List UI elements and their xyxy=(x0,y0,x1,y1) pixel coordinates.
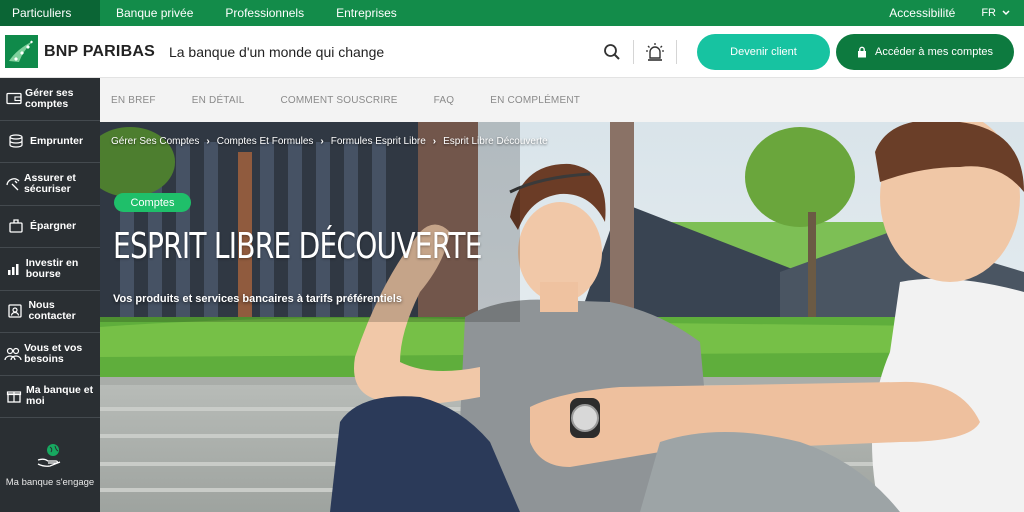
globe-hand-icon xyxy=(37,443,61,467)
chart-icon xyxy=(7,263,19,275)
hero-banner: Gérer Ses Comptes › Comptes Et Formules … xyxy=(100,122,1024,512)
sidebar-item-label: Investir en bourse xyxy=(25,256,79,280)
sidebar-item-label: Épargner xyxy=(30,219,77,232)
language-label: FR xyxy=(981,7,996,19)
tab-faq[interactable]: FAQ xyxy=(434,95,455,106)
sidebar-item-ma-banque[interactable]: Ma banque et moi xyxy=(0,376,100,418)
hero-photo xyxy=(100,122,1024,512)
sidebar-item-label: Emprunter xyxy=(30,134,84,147)
top-segment-bar: Particuliers Banque privée Professionnel… xyxy=(0,0,1024,26)
brand-name: BNP PARIBAS xyxy=(44,42,155,60)
breadcrumb: Gérer Ses Comptes › Comptes Et Formules … xyxy=(111,136,548,147)
access-accounts-label: Accéder à mes comptes xyxy=(875,45,993,58)
accessibility-link[interactable]: Accessibilité xyxy=(873,0,971,26)
lock-icon xyxy=(858,46,866,57)
breadcrumb-current: Esprit Libre Découverte xyxy=(443,136,548,147)
wallet-icon xyxy=(5,93,22,105)
tab-comment-souscrire[interactable]: COMMENT SOUSCRIRE xyxy=(281,95,398,106)
search-button[interactable] xyxy=(597,37,627,67)
site-header: BNP PARIBAS La banque d'un monde qui cha… xyxy=(0,26,1024,78)
sidebar: Gérer ses comptes Emprunter Assurer et s… xyxy=(0,78,100,512)
sidebar-item-label: Gérer ses comptes xyxy=(25,86,74,110)
sidebar-item-emprunter[interactable]: Emprunter xyxy=(0,121,100,163)
header-divider xyxy=(676,39,677,64)
contact-icon xyxy=(8,304,22,318)
sidebar-item-label: Vous et vos besoins xyxy=(24,341,83,365)
coins-icon xyxy=(9,134,23,148)
piggy-icon xyxy=(9,219,23,233)
umbrella-icon xyxy=(6,177,20,191)
sidebar-item-label: Assurer et sécuriser xyxy=(23,171,76,195)
alert-button[interactable] xyxy=(640,37,670,67)
sidebar-item-besoins[interactable]: Vous et vos besoins xyxy=(0,333,100,376)
sidebar-item-label: Ma banque s'engage xyxy=(5,476,95,488)
breadcrumb-link[interactable]: Formules Esprit Libre xyxy=(331,136,426,147)
search-icon xyxy=(604,43,620,60)
sidebar-item-assurer[interactable]: Assurer et sécuriser xyxy=(0,163,100,206)
segment-entreprises[interactable]: Entreprises xyxy=(320,0,413,26)
brand-tagline: La banque d'un monde qui change xyxy=(168,43,385,60)
segment-professionnels[interactable]: Professionnels xyxy=(209,0,320,26)
page: Particuliers Banque privée Professionnel… xyxy=(0,0,1024,512)
gift-icon xyxy=(6,391,22,403)
breadcrumb-link[interactable]: Gérer Ses Comptes xyxy=(111,136,199,147)
people-icon xyxy=(4,347,22,360)
sidebar-item-label: Ma banque et moi xyxy=(26,384,94,408)
sidebar-item-epargner[interactable]: Épargner xyxy=(0,206,100,248)
header-divider xyxy=(633,39,634,64)
chevron-down-icon xyxy=(1002,10,1010,16)
sidebar-item-engage[interactable]: Ma banque s'engage xyxy=(0,418,100,512)
logo-stars-icon xyxy=(5,35,38,68)
sidebar-item-label: Nous contacter xyxy=(28,299,76,323)
language-selector[interactable]: FR xyxy=(971,7,1024,19)
section-tabs: EN BREF EN DÉTAIL COMMENT SOUSCRIRE FAQ … xyxy=(100,78,1024,122)
sidebar-item-gerer-comptes[interactable]: Gérer ses comptes xyxy=(0,78,100,121)
breadcrumb-link[interactable]: Comptes Et Formules xyxy=(217,136,314,147)
tab-en-complement[interactable]: EN COMPLÉMENT xyxy=(490,95,580,106)
chevron-right-icon: › xyxy=(432,136,437,147)
page-subtitle: Vos produits et services bancaires à tar… xyxy=(113,293,402,305)
become-client-button[interactable]: Devenir client xyxy=(697,33,830,70)
brand-logo[interactable]: BNP PARIBAS xyxy=(5,35,155,68)
alarm-icon xyxy=(646,42,664,61)
access-accounts-button[interactable]: Accéder à mes comptes xyxy=(836,33,1014,70)
segment-banque-privee[interactable]: Banque privée xyxy=(100,0,209,26)
tab-en-detail[interactable]: EN DÉTAIL xyxy=(192,95,245,106)
tab-en-bref[interactable]: EN BREF xyxy=(111,95,156,106)
chevron-right-icon: › xyxy=(206,136,210,147)
sidebar-item-contacter[interactable]: Nous contacter xyxy=(0,291,100,333)
chevron-right-icon: › xyxy=(320,136,324,147)
page-title: ESPRIT LIBRE DÉCOUVERTE xyxy=(113,226,483,267)
sidebar-item-investir[interactable]: Investir en bourse xyxy=(0,248,100,291)
segment-particuliers[interactable]: Particuliers xyxy=(0,0,100,26)
category-badge: Comptes xyxy=(114,193,191,212)
